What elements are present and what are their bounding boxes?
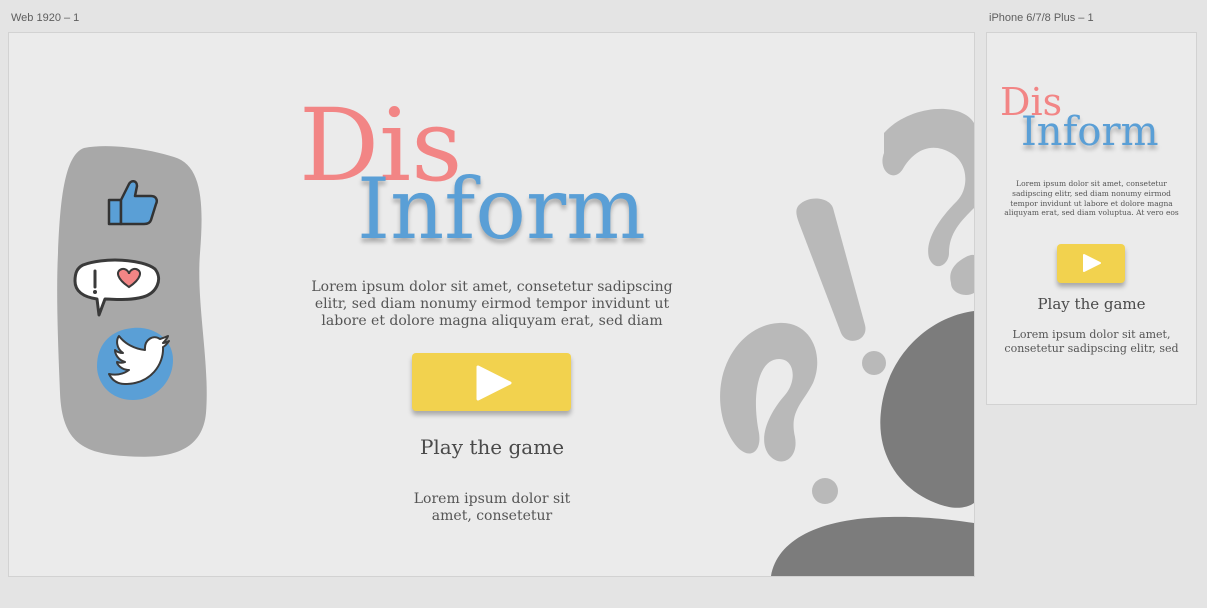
footer-text: Lorem ipsum dolor sit amet, consetetur (392, 491, 592, 525)
description-line: Lorem ipsum dolor sit amet, consetetur (1016, 179, 1167, 188)
description-text: Lorem ipsum dolor sit amet, consetetur s… (987, 179, 1196, 218)
footer-line: Lorem ipsum dolor sit amet, (1012, 328, 1171, 341)
decorative-shapes (720, 108, 974, 576)
play-icon (1083, 254, 1101, 272)
question-mark-icon (882, 108, 974, 295)
play-the-game-label[interactable]: Play the game (987, 295, 1196, 313)
speech-bubble-heart-icon[interactable] (73, 257, 161, 319)
description-line: sadipscing elitr, sed diam nonumy eirmod (1012, 188, 1171, 198)
footer-line: amet, consetetur (431, 508, 553, 524)
logo-inform: Inform (357, 160, 646, 258)
footer-line: consetetur sadipscing elitr, sed (1004, 341, 1179, 355)
web-artboard-label[interactable]: Web 1920 – 1 (11, 12, 79, 24)
twitter-bird-icon[interactable] (95, 326, 175, 402)
play-the-game-label[interactable]: Play the game (392, 435, 592, 459)
phone-artboard[interactable]: Dis Inform Lorem ipsum dolor sit amet, c… (986, 32, 1197, 405)
description-text: Lorem ipsum dolor sit amet, consetetur s… (292, 279, 692, 330)
web-artboard[interactable]: Dis Inform Lorem ipsum dolor sit amet, c… (8, 32, 975, 577)
footer-line: Lorem ipsum dolor sit (413, 491, 571, 507)
thumbs-up-icon[interactable] (101, 176, 161, 228)
logo-inform: Inform (1021, 109, 1159, 155)
question-mark-icon (720, 322, 838, 504)
footer-text: Lorem ipsum dolor sit amet, consetetur s… (987, 328, 1196, 355)
description-line: Lorem ipsum dolor sit amet, consetetur s… (311, 279, 673, 295)
description-line: elitr, sed diam nonumy eirmod tempor inv… (314, 296, 670, 312)
description-line: aliquyam erat, sed diam voluptua. At ver… (1004, 208, 1179, 218)
play-icon (476, 365, 512, 401)
description-line: labore et dolore magna aliquyam erat, se… (321, 313, 663, 329)
play-button[interactable] (412, 353, 571, 411)
description-line: tempor invidunt ut labore et dolore magn… (1010, 198, 1173, 208)
play-button[interactable] (1057, 244, 1125, 283)
phone-artboard-label[interactable]: iPhone 6/7/8 Plus – 1 (989, 12, 1094, 24)
